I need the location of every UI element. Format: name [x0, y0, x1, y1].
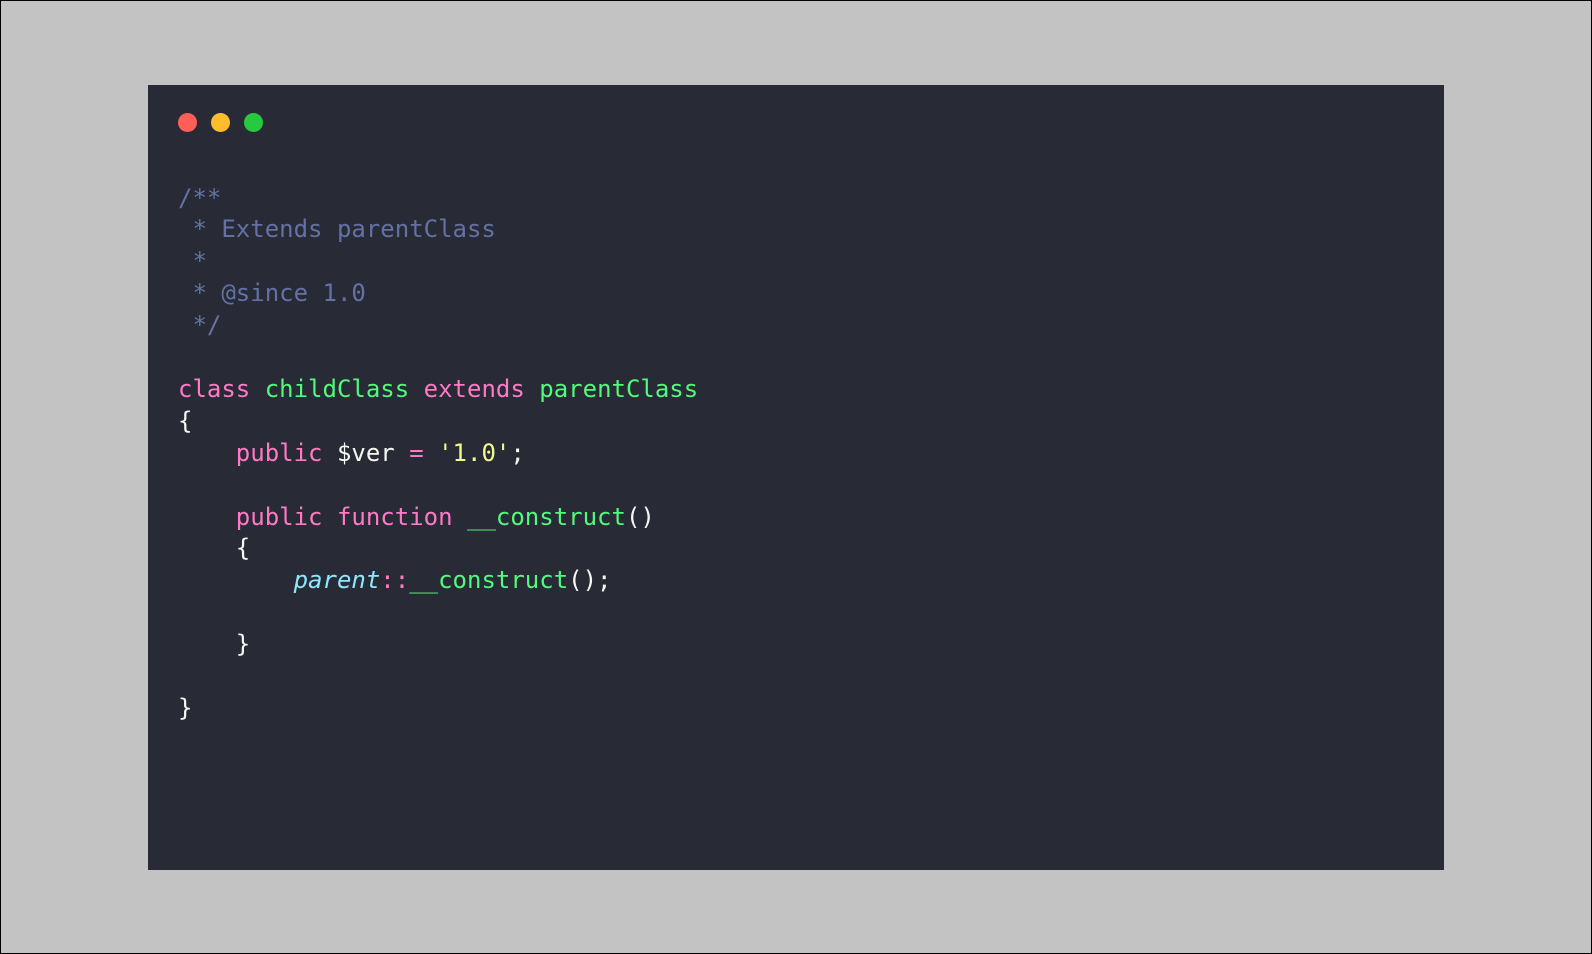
traffic-lights — [178, 113, 263, 132]
code-token: extends — [424, 375, 525, 403]
code-token — [178, 503, 236, 531]
code-token — [453, 503, 467, 531]
code-line: /** — [178, 183, 698, 215]
code-line: { — [178, 406, 698, 438]
code-line — [178, 597, 698, 629]
code-line — [178, 342, 698, 374]
code-token: () — [626, 503, 655, 531]
code-token: } — [178, 630, 250, 658]
code-block: /** * Extends parentClass * * @since 1.0… — [178, 183, 698, 725]
code-token: * Extends parentClass — [178, 215, 496, 243]
code-token — [250, 375, 264, 403]
code-token: childClass — [265, 375, 410, 403]
code-token — [409, 375, 423, 403]
code-token: parentClass — [539, 375, 698, 403]
code-line: public $ver = '1.0'; — [178, 438, 698, 470]
code-line: */ — [178, 310, 698, 342]
code-line: } — [178, 629, 698, 661]
code-token: public — [236, 439, 323, 467]
code-line — [178, 661, 698, 693]
code-line: { — [178, 533, 698, 565]
code-token: '1.0' — [438, 439, 510, 467]
code-token: __construct — [467, 503, 626, 531]
code-token: * @since 1.0 — [178, 279, 366, 307]
close-icon[interactable] — [178, 113, 197, 132]
code-token: = — [409, 439, 423, 467]
code-line: * @since 1.0 — [178, 278, 698, 310]
code-token: __construct — [409, 566, 568, 594]
code-token: } — [178, 694, 192, 722]
code-line: } — [178, 693, 698, 725]
code-line: * Extends parentClass — [178, 214, 698, 246]
code-token: class — [178, 375, 250, 403]
code-token: function — [337, 503, 453, 531]
minimize-icon[interactable] — [211, 113, 230, 132]
code-line: class childClass extends parentClass — [178, 374, 698, 406]
code-token: * — [178, 247, 207, 275]
code-token — [424, 439, 438, 467]
code-line: * — [178, 246, 698, 278]
code-token — [178, 566, 294, 594]
code-token: { — [178, 407, 192, 435]
code-token: (); — [568, 566, 611, 594]
code-token: public — [236, 503, 323, 531]
code-token — [525, 375, 539, 403]
code-line: public function __construct() — [178, 502, 698, 534]
code-token: */ — [178, 311, 221, 339]
code-token: /** — [178, 184, 221, 212]
code-line: parent::__construct(); — [178, 565, 698, 597]
code-token — [323, 503, 337, 531]
code-token: ; — [510, 439, 524, 467]
code-token: :: — [380, 566, 409, 594]
code-token: parent — [294, 566, 381, 594]
code-token: $ver — [323, 439, 410, 467]
code-line — [178, 470, 698, 502]
maximize-icon[interactable] — [244, 113, 263, 132]
code-window: /** * Extends parentClass * * @since 1.0… — [148, 85, 1444, 870]
code-token — [178, 439, 236, 467]
code-token: { — [178, 534, 250, 562]
